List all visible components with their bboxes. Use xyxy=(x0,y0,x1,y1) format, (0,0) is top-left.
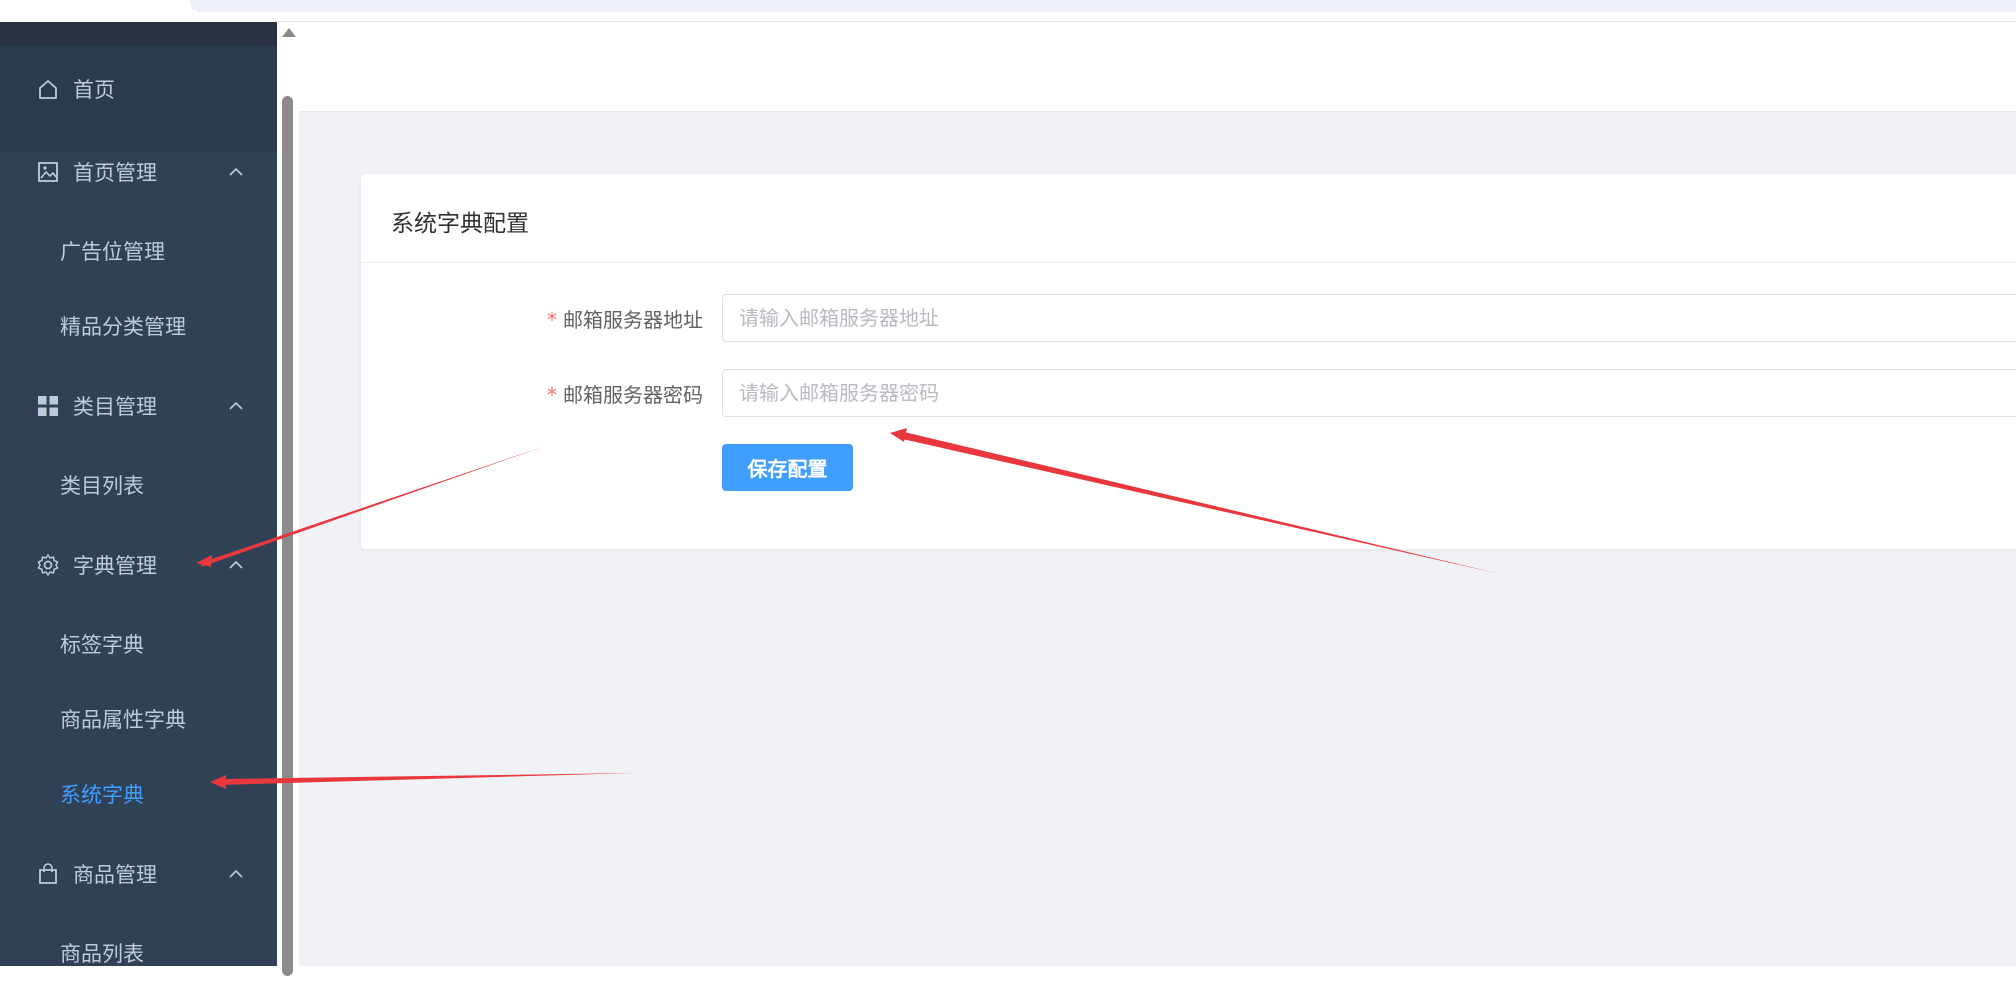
system-dictionary-config-card: 系统字典配置 *邮箱服务器地址 *邮箱服务器密码 保存配置 xyxy=(361,174,2016,549)
scroll-up-arrow-icon[interactable] xyxy=(282,28,296,37)
sidebar-subitem-label: 商品属性字典 xyxy=(60,708,186,732)
sidebar-logo-area xyxy=(0,22,277,46)
sidebar-subitem-label: 商品列表 xyxy=(60,942,144,966)
sidebar-item-home[interactable]: 首页 xyxy=(0,59,277,119)
sidebar-subitem-label: 标签字典 xyxy=(60,633,144,657)
sidebar-scrollbar[interactable] xyxy=(277,22,299,976)
chevron-up-icon xyxy=(228,398,244,414)
sidebar-item-product-management[interactable]: 商品管理 xyxy=(0,844,277,904)
mail-server-password-label: * 邮箱服务器密码 xyxy=(547,379,703,408)
mail-server-address-label: * 邮箱服务器地址 xyxy=(547,304,703,333)
mail-server-address-input[interactable] xyxy=(722,294,2016,342)
required-mark: * xyxy=(547,383,557,407)
sidebar-subitem-category-list[interactable]: 类目列表 xyxy=(0,455,277,515)
chevron-up-icon xyxy=(228,557,244,573)
chevron-up-icon xyxy=(228,164,244,180)
sidebar-item-label: 商品管理 xyxy=(73,863,157,887)
main-header xyxy=(299,22,2016,112)
chevron-up-icon xyxy=(228,866,244,882)
form-row-mail-server-password: * 邮箱服务器密码 xyxy=(361,369,2016,417)
required-mark: * xyxy=(547,308,557,332)
form-row-mail-server-address: * 邮箱服务器地址 xyxy=(361,294,2016,342)
sidebar-subitem-label: 类目列表 xyxy=(60,474,144,498)
sidebar-subitem-label: 精品分类管理 xyxy=(60,315,186,339)
browser-top-strip xyxy=(0,0,2016,22)
mail-server-password-input[interactable] xyxy=(722,369,2016,417)
field-label-text: 邮箱服务器密码 xyxy=(563,383,703,407)
scrollbar-thumb[interactable] xyxy=(282,96,293,976)
sidebar-subitem-product-list[interactable]: 商品列表 xyxy=(0,923,277,983)
sidebar-item-label: 首页 xyxy=(73,78,115,102)
sidebar-subitem-label: 广告位管理 xyxy=(60,240,165,264)
home-icon xyxy=(36,77,60,101)
sidebar-subitem-label: 系统字典 xyxy=(60,783,144,807)
grid-icon xyxy=(36,394,60,418)
address-bar[interactable] xyxy=(190,0,2016,12)
card-header: 系统字典配置 xyxy=(361,174,2016,263)
bag-icon xyxy=(36,862,60,886)
sidebar-item-label: 首页管理 xyxy=(73,161,157,185)
picture-icon xyxy=(36,160,60,184)
card-title: 系统字典配置 xyxy=(391,211,529,237)
sidebar-item-label: 类目管理 xyxy=(73,395,157,419)
gear-icon xyxy=(36,553,60,577)
sidebar-item-home-management[interactable]: 首页管理 xyxy=(0,142,277,202)
sidebar-subitem-tag-dictionary[interactable]: 标签字典 xyxy=(0,614,277,674)
sidebar-subitem-product-attribute-dictionary[interactable]: 商品属性字典 xyxy=(0,689,277,749)
save-config-button[interactable]: 保存配置 xyxy=(722,444,853,491)
sidebar-item-dictionary-management[interactable]: 字典管理 xyxy=(0,535,277,595)
sidebar-item-label: 字典管理 xyxy=(73,554,157,578)
sidebar-subitem-system-dictionary[interactable]: 系统字典 xyxy=(0,764,277,824)
sidebar-subitem-ad-slots[interactable]: 广告位管理 xyxy=(0,221,277,281)
sidebar: 首页 首页管理 广告位管理 精品分类管理 类目管理 类目列表 字典管理 标签字典… xyxy=(0,22,277,966)
sidebar-item-category-management[interactable]: 类目管理 xyxy=(0,376,277,436)
sidebar-subitem-featured-categories[interactable]: 精品分类管理 xyxy=(0,296,277,356)
field-label-text: 邮箱服务器地址 xyxy=(563,308,703,332)
